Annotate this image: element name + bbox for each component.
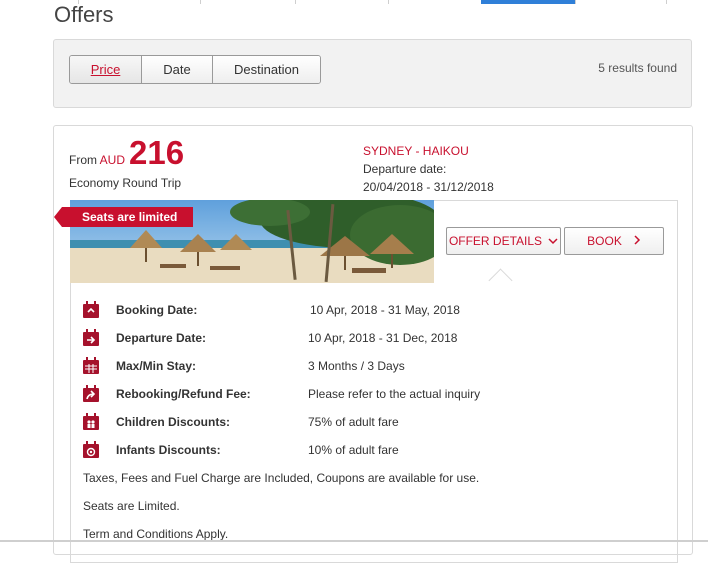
offer-details-button[interactable]: OFFER DETAILS — [446, 227, 561, 255]
nav-item[interactable] — [576, 0, 667, 4]
from-text: From — [69, 153, 97, 167]
offer-card: From AUD 216 Economy Round Trip SYDNEY -… — [53, 125, 693, 563]
chevron-right-icon — [634, 234, 641, 248]
sort-tab-destination[interactable]: Destination — [213, 56, 320, 83]
detail-value: 10% of adult fare — [308, 443, 399, 457]
price-prefix: From AUD — [69, 153, 125, 167]
detail-row-infants: Infants Discounts: 10% of adult fare — [82, 440, 662, 460]
seats-limited-badge: Seats are limited — [53, 207, 194, 227]
detail-label: Children Discounts: — [116, 415, 231, 429]
detail-label: Booking Date: — [116, 303, 198, 317]
chevron-down-icon — [548, 234, 558, 248]
detail-row-stay: Max/Min Stay: 3 Months / 3 Days — [82, 356, 662, 376]
calendar-grid-icon — [82, 357, 100, 375]
detail-label: Departure Date: — [116, 331, 207, 345]
note-taxes: Taxes, Fees and Fuel Charge are Included… — [83, 471, 480, 485]
calendar-infant-icon — [82, 441, 100, 459]
route[interactable]: SYDNEY - HAIKOU — [363, 144, 469, 158]
detail-label: Infants Discounts: — [116, 443, 221, 457]
book-button[interactable]: BOOK — [564, 227, 664, 255]
calendar-children-icon — [82, 413, 100, 431]
book-label: BOOK — [587, 234, 622, 248]
note-terms: Term and Conditions Apply. — [83, 527, 229, 541]
detail-row-booking-date: Booking Date: 10 Apr, 2018 - 31 May, 201… — [82, 300, 662, 320]
page-title: Offers — [54, 2, 114, 27]
detail-value: 10 Apr, 2018 - 31 Dec, 2018 — [308, 331, 458, 345]
sort-bar: Price Date Destination 5 results found — [53, 39, 692, 108]
departure-label: Departure date: — [363, 162, 447, 176]
calendar-rebook-icon — [82, 385, 100, 403]
offer-price: 216 — [129, 134, 185, 171]
detail-row-children: Children Discounts: 75% of adult fare — [82, 412, 662, 432]
calendar-departure-icon — [82, 329, 100, 347]
detail-label: Rebooking/Refund Fee: — [116, 387, 251, 401]
detail-value: 3 Months / 3 Days — [308, 359, 405, 373]
results-count: 5 results found — [598, 61, 677, 75]
calendar-booking-icon — [82, 301, 100, 319]
detail-label: Max/Min Stay: — [116, 359, 197, 373]
departure-range: 20/04/2018 - 31/12/2018 — [363, 180, 494, 194]
nav-item-active[interactable] — [481, 0, 576, 4]
note-seats: Seats are Limited. — [83, 499, 180, 513]
trip-type: Economy Round Trip — [69, 176, 182, 190]
sort-tabs: Price Date Destination — [69, 55, 321, 84]
currency: AUD — [99, 153, 126, 167]
detail-value: 75% of adult fare — [308, 415, 399, 429]
detail-value: 10 Apr, 2018 - 31 May, 2018 — [310, 303, 460, 317]
sort-tab-date[interactable]: Date — [142, 56, 213, 83]
nav-item[interactable] — [296, 0, 389, 4]
offer-details-label: OFFER DETAILS — [448, 234, 543, 248]
detail-row-departure-date: Departure Date: 10 Apr, 2018 - 31 Dec, 2… — [82, 328, 662, 348]
sort-tab-price[interactable]: Price — [70, 56, 142, 83]
detail-value: Please refer to the actual inquiry — [308, 387, 481, 401]
nav-item[interactable] — [201, 0, 296, 4]
detail-row-rebooking: Rebooking/Refund Fee: Please refer to th… — [82, 384, 662, 404]
